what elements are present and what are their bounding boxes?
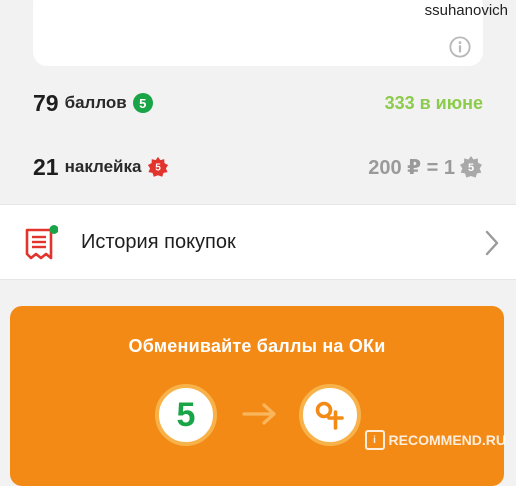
- receipt-icon: [25, 225, 58, 260]
- ok-coin-icon: [299, 384, 361, 446]
- recommend-watermark: i RECOMMEND.RU: [364, 430, 506, 450]
- sticker-icon: 5: [148, 156, 169, 177]
- watermark-username: ssuhanovich: [424, 2, 508, 19]
- purchase-history-label: История покупок: [81, 231, 236, 253]
- arrow-right-icon: [242, 403, 276, 425]
- stickers-label: наклейка: [64, 157, 142, 176]
- points-label: баллов: [64, 93, 127, 112]
- svg-text:5: 5: [468, 162, 474, 174]
- stickers-row: 21 наклейка 5 200 ₽ = 1 5: [33, 152, 483, 182]
- recommend-text: RECOMMEND.RU: [388, 432, 506, 448]
- recommend-logo-icon: i: [364, 430, 385, 450]
- points-count: 79: [33, 89, 59, 116]
- sticker-rate-text: 200 ₽ = 1: [368, 156, 455, 179]
- pyaterochka-coin-icon: 5: [155, 384, 217, 446]
- chevron-right-icon: [485, 230, 499, 256]
- purchase-history-item[interactable]: История покупок: [0, 204, 516, 280]
- top-card: [33, 0, 483, 66]
- exchange-title: Обменивайте баллы на ОКи: [128, 336, 386, 356]
- month-points: 333 в июне: [384, 92, 483, 113]
- svg-text:5: 5: [156, 163, 162, 174]
- sticker-rate: 200 ₽ = 1 5: [368, 155, 483, 180]
- sticker-grey-icon: 5: [460, 156, 482, 178]
- exchange-points-banner[interactable]: Обменивайте баллы на ОКи 5: [10, 306, 504, 486]
- stickers-count: 21: [33, 153, 59, 180]
- pyaterochka-badge-icon: 5: [132, 93, 153, 113]
- ok-logo-icon: [315, 401, 344, 430]
- coin-five: 5: [176, 395, 196, 434]
- info-icon[interactable]: [449, 36, 471, 58]
- points-row: 79 баллов 5 333 в июне: [33, 88, 483, 118]
